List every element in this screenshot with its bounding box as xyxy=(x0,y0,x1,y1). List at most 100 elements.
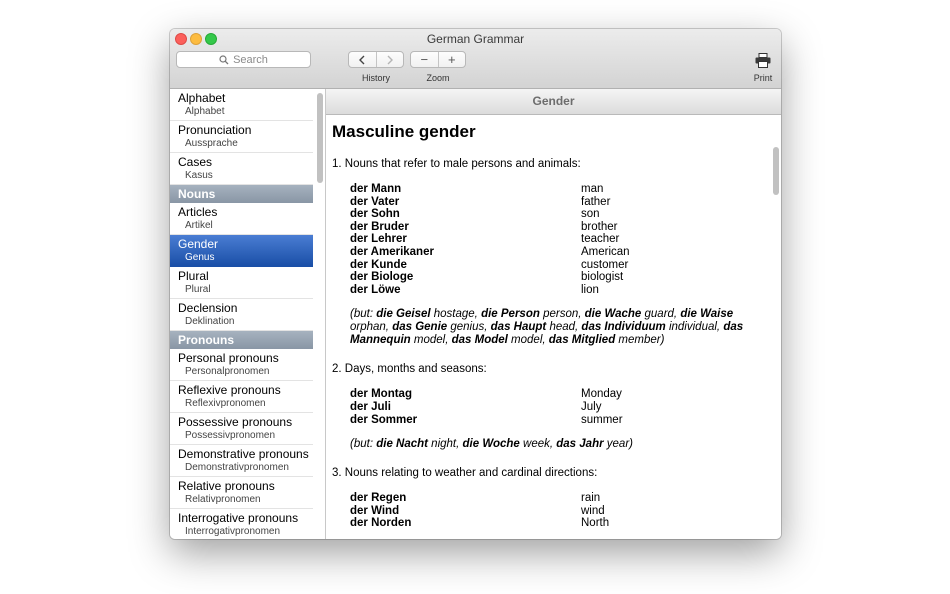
exception-word: das Haupt xyxy=(490,321,547,334)
sidebar-section-header: Pronouns xyxy=(170,331,313,349)
note-text: head, xyxy=(546,321,582,334)
page-title: Masculine gender xyxy=(332,122,476,141)
note-text: year) xyxy=(603,438,633,451)
sidebar-item[interactable]: Gender Genus xyxy=(170,235,313,267)
german-word: der Wind xyxy=(350,504,400,517)
english-translation: teacher xyxy=(581,233,620,246)
sidebar-item-title: Personal pronouns xyxy=(178,351,279,365)
sidebar-item[interactable]: Reflexive pronouns Reflexivpronomen xyxy=(170,381,313,413)
sidebar-item[interactable]: Plural Plural xyxy=(170,267,313,299)
sidebar-section-header: Nouns xyxy=(170,185,313,203)
sidebar-item-title: Pronunciation xyxy=(178,123,252,137)
sidebar-item-title: Reflexive pronouns xyxy=(178,383,281,397)
note-text: individual, xyxy=(665,321,724,334)
note-text: member) xyxy=(615,334,665,347)
content-body: Masculine gender 1. Nouns that refer to … xyxy=(332,115,766,539)
vocab-row: der Wind wind xyxy=(350,505,766,518)
sidebar-item-subtitle: Demonstrativpronomen xyxy=(185,462,289,473)
search-input[interactable]: Search xyxy=(176,51,311,68)
exception-note: (but: die Geisel hostage, die Person per… xyxy=(350,308,764,347)
sidebar-item[interactable]: Interrogative pronouns Interrogativpronom… xyxy=(170,509,313,539)
sidebar-item[interactable]: Alphabet Alphabet xyxy=(170,89,313,121)
section-heading: 3. Nouns relating to weather and cardina… xyxy=(332,467,598,480)
exception-word: das Jahr xyxy=(556,438,604,451)
chevron-right-icon xyxy=(387,55,393,64)
note-text: model, xyxy=(410,334,452,347)
note-text: (but: xyxy=(350,308,377,321)
english-translation: rain xyxy=(581,492,601,505)
german-word: der Amerikaner xyxy=(350,245,434,258)
note-text: hostage, xyxy=(430,308,482,321)
content-scrollbar[interactable] xyxy=(773,147,779,195)
sidebar-item-title: Demonstrative pronouns xyxy=(178,447,309,461)
sidebar-item-subtitle: Kasus xyxy=(185,170,213,181)
sidebar-item-subtitle: Alphabet xyxy=(185,106,225,117)
english-translation: man xyxy=(581,183,604,195)
vocab-row: der Bruder brother xyxy=(350,221,766,234)
sidebar-item-subtitle: Aussprache xyxy=(185,138,238,149)
sidebar-item-title: Possessive pronouns xyxy=(178,415,293,429)
german-word: der Vater xyxy=(350,195,400,208)
sidebar-item[interactable]: Articles Artikel xyxy=(170,203,313,235)
note-text: orphan, xyxy=(350,321,393,334)
exception-word: die Geisel xyxy=(376,308,431,321)
german-word: der Löwe xyxy=(350,283,401,296)
print-label: Print xyxy=(753,73,773,83)
vocab-row: der Sohn son xyxy=(350,208,766,221)
exception-word: die Wache xyxy=(584,308,642,321)
section-heading: 2. Days, months and seasons: xyxy=(332,363,487,376)
vocab-row: der Lehrer teacher xyxy=(350,233,766,246)
zoom-in-button[interactable]: + xyxy=(437,52,466,67)
english-translation: Monday xyxy=(581,388,622,401)
sidebar-item-title: Articles xyxy=(178,205,218,219)
german-word: der Norden xyxy=(350,517,412,530)
english-translation: son xyxy=(581,208,600,221)
vocab-row: der Biologe biologist xyxy=(350,271,766,284)
note-text: guard, xyxy=(641,308,681,321)
sidebar-item-subtitle: Possessivpronomen xyxy=(185,430,276,441)
window-title: German Grammar xyxy=(426,32,525,46)
vocab-row: der Montag Monday xyxy=(350,388,766,401)
sidebar-item-title: Cases xyxy=(178,155,213,169)
printer-icon[interactable] xyxy=(755,53,771,68)
english-translation: father xyxy=(581,195,611,208)
sidebar-item-title: Gender xyxy=(178,237,219,251)
sidebar-list: Alphabet Alphabet Pronunciation Aussprache C… xyxy=(170,89,325,539)
vocab-row: der Juli July xyxy=(350,401,766,414)
sidebar-item[interactable]: Declension Deklination xyxy=(170,299,313,331)
vocab-row: der Amerikaner American xyxy=(350,246,766,259)
sidebar-item-title: Interrogative pronouns xyxy=(178,511,299,525)
sidebar-item-title: Relative pronouns xyxy=(178,479,275,493)
vocab-list: der Montag Monday der Juli July der Sommer su… xyxy=(350,388,766,426)
sidebar-item-title: Alphabet xyxy=(178,91,226,105)
note-text: person, xyxy=(539,308,585,321)
exception-word: das Model xyxy=(451,334,508,347)
german-word: der Montag xyxy=(350,388,412,401)
sidebar-item[interactable]: Personal pronouns Personalpronomen xyxy=(170,349,313,381)
content-pane: Gender Masculine gender 1. Nouns that re… xyxy=(326,89,781,539)
note-text: night, xyxy=(427,438,463,451)
sidebar-item[interactable]: Relative pronouns Relativpronomen xyxy=(170,477,313,509)
sidebar-item[interactable]: Possessive pronouns Possessivpronomen xyxy=(170,413,313,445)
exception-word: die Nacht xyxy=(376,438,428,451)
vocab-row: der Löwe lion xyxy=(350,284,766,297)
english-translation: North xyxy=(581,517,610,530)
english-translation: American xyxy=(581,245,630,258)
vocab-list: der Regen rain der Wind wind der Norden North xyxy=(350,492,766,530)
exception-word: das Mitglied xyxy=(548,334,616,347)
sidebar-item-title: Declension xyxy=(178,301,238,315)
zoom-out-button[interactable]: − xyxy=(411,52,438,67)
vocab-list: der Mann man der Vater father der Sohn son der… xyxy=(350,183,766,296)
sidebar-item[interactable]: Pronunciation Aussprache xyxy=(170,121,313,153)
sidebar-scrollbar[interactable] xyxy=(317,93,323,183)
history-label: History xyxy=(361,73,390,83)
back-button[interactable] xyxy=(349,52,376,67)
history-control xyxy=(348,51,404,68)
note-text: week, xyxy=(519,438,557,451)
forward-button[interactable] xyxy=(375,52,404,67)
english-translation: lion xyxy=(581,283,599,296)
sidebar-item[interactable]: Cases Kasus xyxy=(170,153,313,185)
sidebar-item-subtitle: Relativpronomen xyxy=(185,494,261,505)
note-text: genius, xyxy=(447,321,491,334)
sidebar-item[interactable]: Demonstrative pronouns Demonstrativpronom… xyxy=(170,445,313,477)
